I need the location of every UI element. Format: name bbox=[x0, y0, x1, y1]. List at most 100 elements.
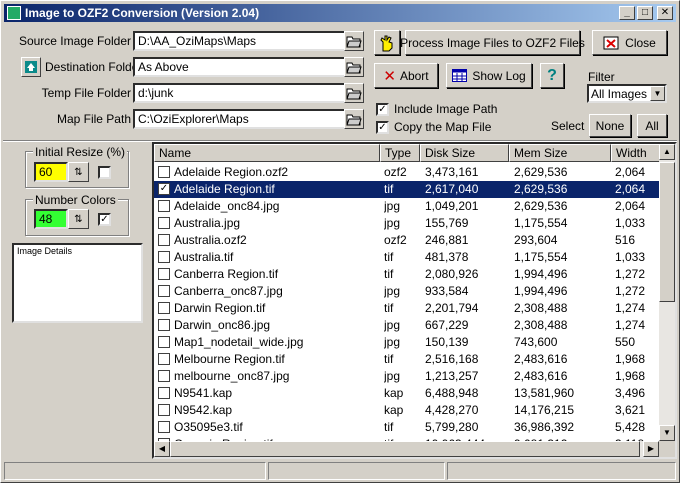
row-checkbox[interactable] bbox=[158, 404, 170, 416]
column-header-mem-size[interactable]: Mem Size bbox=[509, 144, 611, 162]
image-files-list[interactable]: Name Type Disk Size Mem Size Width Adela… bbox=[152, 142, 677, 459]
number-colors-input[interactable]: 48 bbox=[34, 209, 68, 229]
row-checkbox[interactable]: ✓ bbox=[158, 183, 170, 195]
cell-disk: 481,378 bbox=[425, 250, 469, 264]
destination-folder-field[interactable]: As Above bbox=[133, 57, 364, 77]
help-button[interactable]: ? bbox=[540, 63, 564, 88]
row-checkbox[interactable] bbox=[158, 200, 170, 212]
table-row[interactable]: melbourne_onc87.jpg jpg 1,213,257 2,483,616… bbox=[154, 368, 659, 385]
hscroll-thumb[interactable] bbox=[170, 441, 640, 457]
temp-folder-browse-button[interactable] bbox=[344, 83, 364, 103]
process-button[interactable]: Process Image Files to OZF2 Files bbox=[400, 30, 585, 55]
map-file-browse-button[interactable] bbox=[344, 109, 364, 129]
scroll-down-button[interactable]: ▼ bbox=[659, 425, 675, 441]
table-row[interactable]: Adelaide Region.ozf2 ozf2 3,473,161 2,629,5… bbox=[154, 164, 659, 181]
initial-resize-spinner[interactable]: ⇅ bbox=[68, 162, 89, 182]
source-folder-field[interactable]: D:\AA_OziMaps\Maps bbox=[133, 31, 364, 51]
cell-disk: 667,229 bbox=[425, 318, 469, 332]
cell-type: ozf2 bbox=[384, 165, 407, 179]
folder-open-icon bbox=[346, 36, 362, 47]
table-row[interactable]: Canberra Region.tif tif 2,080,926 1,994,496… bbox=[154, 266, 659, 283]
cell-disk: 2,617,040 bbox=[425, 182, 479, 196]
row-checkbox[interactable] bbox=[158, 387, 170, 399]
scroll-thumb[interactable] bbox=[659, 162, 675, 302]
cell-disk: 150,139 bbox=[425, 335, 469, 349]
cell-mem: 14,176,215 bbox=[514, 403, 575, 417]
table-row[interactable]: N9542.kap kap 4,428,270 14,176,215 3,621 bbox=[154, 402, 659, 419]
cell-mem: 1,175,554 bbox=[514, 250, 568, 264]
table-row[interactable]: ✓ Adelaide Region.tif tif 2,617,040 2,629,53… bbox=[154, 181, 659, 198]
table-row[interactable]: Australia.ozf2 ozf2 246,881 293,604 516 bbox=[154, 232, 659, 249]
number-colors-spinner[interactable]: ⇅ bbox=[68, 209, 89, 229]
cell-type: jpg bbox=[384, 284, 401, 298]
number-colors-checkbox[interactable]: ✓ bbox=[98, 213, 111, 226]
temp-folder-field[interactable]: d:\junk bbox=[133, 83, 364, 103]
close-button[interactable]: Close bbox=[592, 30, 667, 55]
row-checkbox[interactable] bbox=[158, 353, 170, 365]
row-checkbox[interactable] bbox=[158, 234, 170, 246]
horizontal-scrollbar[interactable]: ◀ ▶ bbox=[154, 441, 659, 457]
minimize-button[interactable]: _ bbox=[619, 6, 635, 20]
cell-width: 1,272 bbox=[615, 267, 646, 281]
destination-folder-browse-button[interactable] bbox=[344, 57, 364, 77]
row-checkbox[interactable] bbox=[158, 336, 170, 348]
table-row[interactable]: Canberra_onc87.jpg jpg 933,584 1,994,496 1,2… bbox=[154, 283, 659, 300]
maximize-button[interactable]: □ bbox=[637, 6, 653, 20]
include-image-path-label: Include Image Path bbox=[394, 102, 498, 116]
table-row[interactable]: Australia.tif tif 481,378 1,175,554 1,033 bbox=[154, 249, 659, 266]
map-file-path-field[interactable]: C:\OziExplorer\Maps bbox=[133, 109, 364, 129]
table-row[interactable]: Melbourne Region.tif tif 2,516,168 2,483,61… bbox=[154, 351, 659, 368]
table-row[interactable]: Darwin_onc86.jpg jpg 667,229 2,308,488 1,274 bbox=[154, 317, 659, 334]
cell-width: 2,064 bbox=[615, 165, 646, 179]
close-window-button[interactable]: ✕ bbox=[657, 6, 673, 20]
copy-map-file-checkbox[interactable]: ✓ bbox=[376, 121, 389, 134]
cell-disk: 2,201,794 bbox=[425, 301, 479, 315]
row-checkbox[interactable] bbox=[158, 370, 170, 382]
table-row[interactable]: Map1_nodetail_wide.jpg jpg 150,139 743,600 5… bbox=[154, 334, 659, 351]
row-checkbox[interactable] bbox=[158, 268, 170, 280]
cell-name: Darwin Region.tif bbox=[174, 301, 266, 315]
table-row[interactable]: O35095e3.tif tif 5,799,280 36,986,392 5,428 bbox=[154, 419, 659, 436]
scroll-right-button[interactable]: ▶ bbox=[643, 441, 659, 457]
destination-up-button[interactable] bbox=[21, 57, 41, 77]
row-checkbox[interactable] bbox=[158, 302, 170, 314]
scroll-up-button[interactable]: ▲ bbox=[659, 144, 675, 160]
initial-resize-input[interactable]: 60 bbox=[34, 162, 68, 182]
cell-disk: 4,428,270 bbox=[425, 403, 479, 417]
filter-select[interactable]: All Images ▼ bbox=[587, 84, 667, 103]
table-row[interactable]: Australia.jpg jpg 155,769 1,175,554 1,033 bbox=[154, 215, 659, 232]
abort-button[interactable]: ✕ Abort bbox=[374, 63, 438, 88]
row-checkbox[interactable] bbox=[158, 251, 170, 263]
table-row[interactable]: N9541.kap kap 6,488,948 13,581,960 3,496 bbox=[154, 385, 659, 402]
title-bar[interactable]: Image to OZF2 Conversion (Version 2.04) … bbox=[4, 4, 676, 22]
dropdown-arrow-icon[interactable]: ▼ bbox=[650, 86, 665, 101]
column-header-name[interactable]: Name bbox=[154, 144, 380, 162]
cell-width: 2,064 bbox=[615, 199, 646, 213]
include-image-path-checkbox[interactable]: ✓ bbox=[376, 103, 389, 116]
row-checkbox[interactable] bbox=[158, 166, 170, 178]
select-all-button[interactable]: All bbox=[637, 114, 667, 137]
table-row[interactable]: Adelaide_onc84.jpg jpg 1,049,201 2,629,536 2… bbox=[154, 198, 659, 215]
cell-mem: 2,629,536 bbox=[514, 199, 568, 213]
row-checkbox[interactable] bbox=[158, 285, 170, 297]
show-log-button[interactable]: Show Log bbox=[446, 63, 532, 88]
column-header-type[interactable]: Type bbox=[380, 144, 420, 162]
column-header-disk-size[interactable]: Disk Size bbox=[420, 144, 509, 162]
initial-resize-checkbox[interactable] bbox=[98, 166, 111, 179]
scroll-left-button[interactable]: ◀ bbox=[154, 441, 170, 457]
cell-mem: 1,994,496 bbox=[514, 267, 568, 281]
app-icon bbox=[7, 6, 21, 20]
row-checkbox[interactable] bbox=[158, 217, 170, 229]
vertical-scrollbar[interactable]: ▲ ▼ bbox=[659, 144, 675, 441]
row-checkbox[interactable] bbox=[158, 319, 170, 331]
table-row[interactable]: Darwin Region.tif tif 2,201,794 2,308,488 1,… bbox=[154, 300, 659, 317]
cell-name: Australia.jpg bbox=[174, 216, 241, 230]
select-none-button[interactable]: None bbox=[589, 114, 631, 137]
source-folder-browse-button[interactable] bbox=[344, 31, 364, 51]
cell-width: 2,064 bbox=[615, 182, 646, 196]
cell-disk: 1,213,257 bbox=[425, 369, 479, 383]
cell-mem: 2,629,536 bbox=[514, 165, 568, 179]
wizard-button[interactable] bbox=[374, 30, 400, 55]
cell-name: Australia.ozf2 bbox=[174, 233, 247, 247]
row-checkbox[interactable] bbox=[158, 421, 170, 433]
